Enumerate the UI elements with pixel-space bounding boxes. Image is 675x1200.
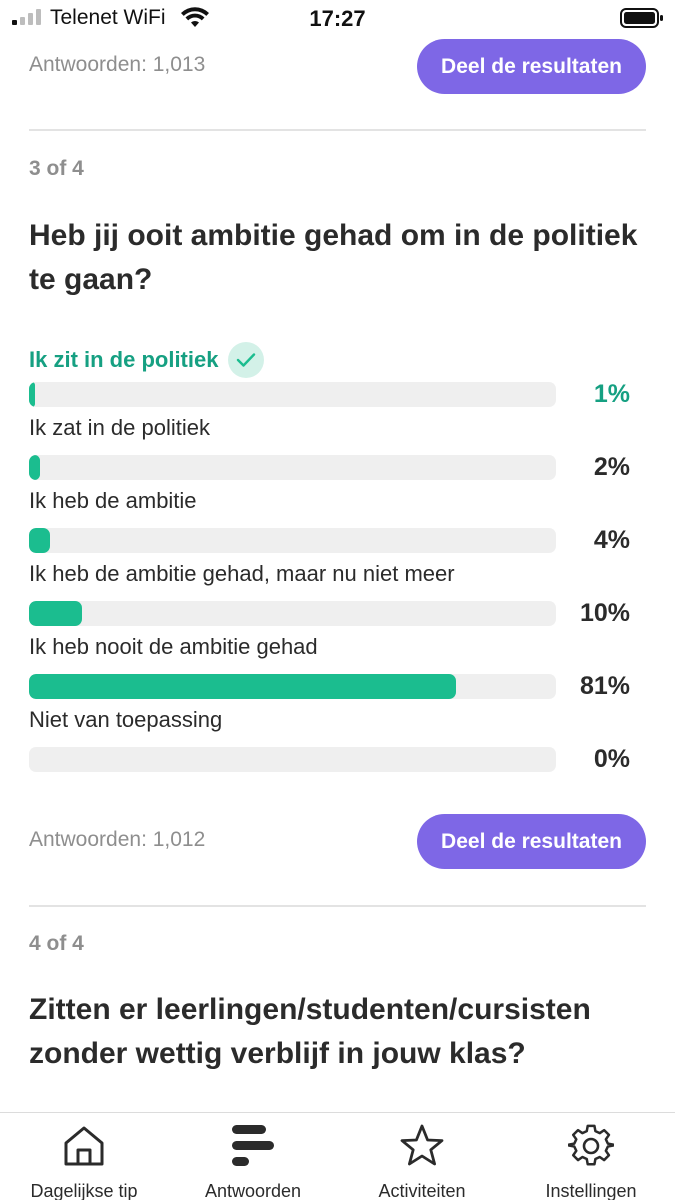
tab-label: Dagelijkse tip <box>30 1181 138 1200</box>
tab-dagelijkse-tip[interactable]: Dagelijkse tip <box>0 1113 168 1200</box>
tab-label: Instellingen <box>545 1181 637 1200</box>
tab-bar: Dagelijkse tip Antwoorden Activiteiten I… <box>0 1112 675 1200</box>
poll-option-bar-fill <box>29 601 82 626</box>
tab-label: Antwoorden <box>204 1181 302 1200</box>
previous-question-footer: Antwoorden: 1,013 Deel de resultaten <box>29 39 646 95</box>
battery-icon <box>620 8 663 28</box>
answers-count: Antwoorden: 1,013 <box>29 53 206 76</box>
tab-label: Activiteiten <box>378 1181 466 1200</box>
question-index: 4 of 4 <box>29 932 84 955</box>
poll-option-label: Niet van toepassing <box>29 707 223 732</box>
poll-option[interactable]: Ik heb de ambitie gehad, maar nu niet me… <box>29 559 646 632</box>
poll-option-label: Ik heb de ambitie <box>29 488 197 513</box>
poll-option-percent: 81% <box>579 672 630 700</box>
poll-option[interactable]: Ik zit in de politiek 1% <box>29 340 646 413</box>
poll-option[interactable]: Ik heb nooit de ambitie gehad 81% <box>29 632 646 705</box>
poll-option-bar-fill <box>29 455 40 480</box>
poll-option-label-wrap: Ik zit in de politiek <box>29 342 265 378</box>
tab-activiteiten[interactable]: Activiteiten <box>338 1113 506 1200</box>
poll-option-bar-fill <box>29 528 51 553</box>
poll-option[interactable]: Ik zat in de politiek 2% <box>29 413 646 486</box>
star-icon <box>400 1124 444 1166</box>
poll-option-label: Ik heb de ambitie gehad, maar nu niet me… <box>29 561 455 586</box>
poll-option-bar-fill <box>29 382 35 407</box>
poll-option-label: Ik zit in de politiek <box>29 347 219 372</box>
poll-option-bar-track <box>29 382 556 407</box>
gear-icon <box>568 1124 614 1166</box>
question-footer: Antwoorden: 1,012 Deel de resultaten <box>29 814 646 870</box>
poll-option-bar-fill <box>29 674 456 699</box>
tab-antwoorden[interactable]: Antwoorden <box>169 1113 337 1200</box>
status-bar: Telenet WiFi 17:27 <box>0 0 675 40</box>
home-icon <box>64 1126 104 1166</box>
divider <box>29 129 646 131</box>
poll-option-bar-track <box>29 528 556 553</box>
divider <box>29 905 646 907</box>
poll-option[interactable]: Niet van toepassing 0% <box>29 705 646 778</box>
answers-count: Antwoorden: 1,012 <box>29 828 206 851</box>
poll-option-bar-track <box>29 601 556 626</box>
share-results-button[interactable]: Deel de resultaten <box>417 39 646 94</box>
poll-option-label: Ik heb nooit de ambitie gehad <box>29 634 318 659</box>
poll-option-percent: 1% <box>593 380 630 408</box>
share-results-button[interactable]: Deel de resultaten <box>417 814 646 869</box>
poll-option-label: Ik zat in de politiek <box>29 415 210 440</box>
check-icon <box>228 342 265 378</box>
answers-bars-icon <box>232 1125 274 1166</box>
clock: 17:27 <box>309 6 366 31</box>
poll-option-percent: 10% <box>579 599 630 627</box>
question-index: 3 of 4 <box>29 157 84 180</box>
tab-instellingen[interactable]: Instellingen <box>507 1113 675 1200</box>
poll-option-bar-track <box>29 674 556 699</box>
question-title: Heb jij ooit ambitie gehad om in de poli… <box>29 219 638 296</box>
poll-options: Ik zit in de politiek 1% Ik zat in de po… <box>29 340 646 778</box>
poll-option-bar-track <box>29 747 556 772</box>
poll-option[interactable]: Ik heb de ambitie 4% <box>29 486 646 559</box>
poll-option-percent: 0% <box>593 745 630 773</box>
question-title: Zitten er leerlingen/studenten/cursisten… <box>29 993 591 1070</box>
poll-option-bar-track <box>29 455 556 480</box>
poll-option-percent: 4% <box>593 526 630 554</box>
poll-option-percent: 2% <box>593 453 630 481</box>
